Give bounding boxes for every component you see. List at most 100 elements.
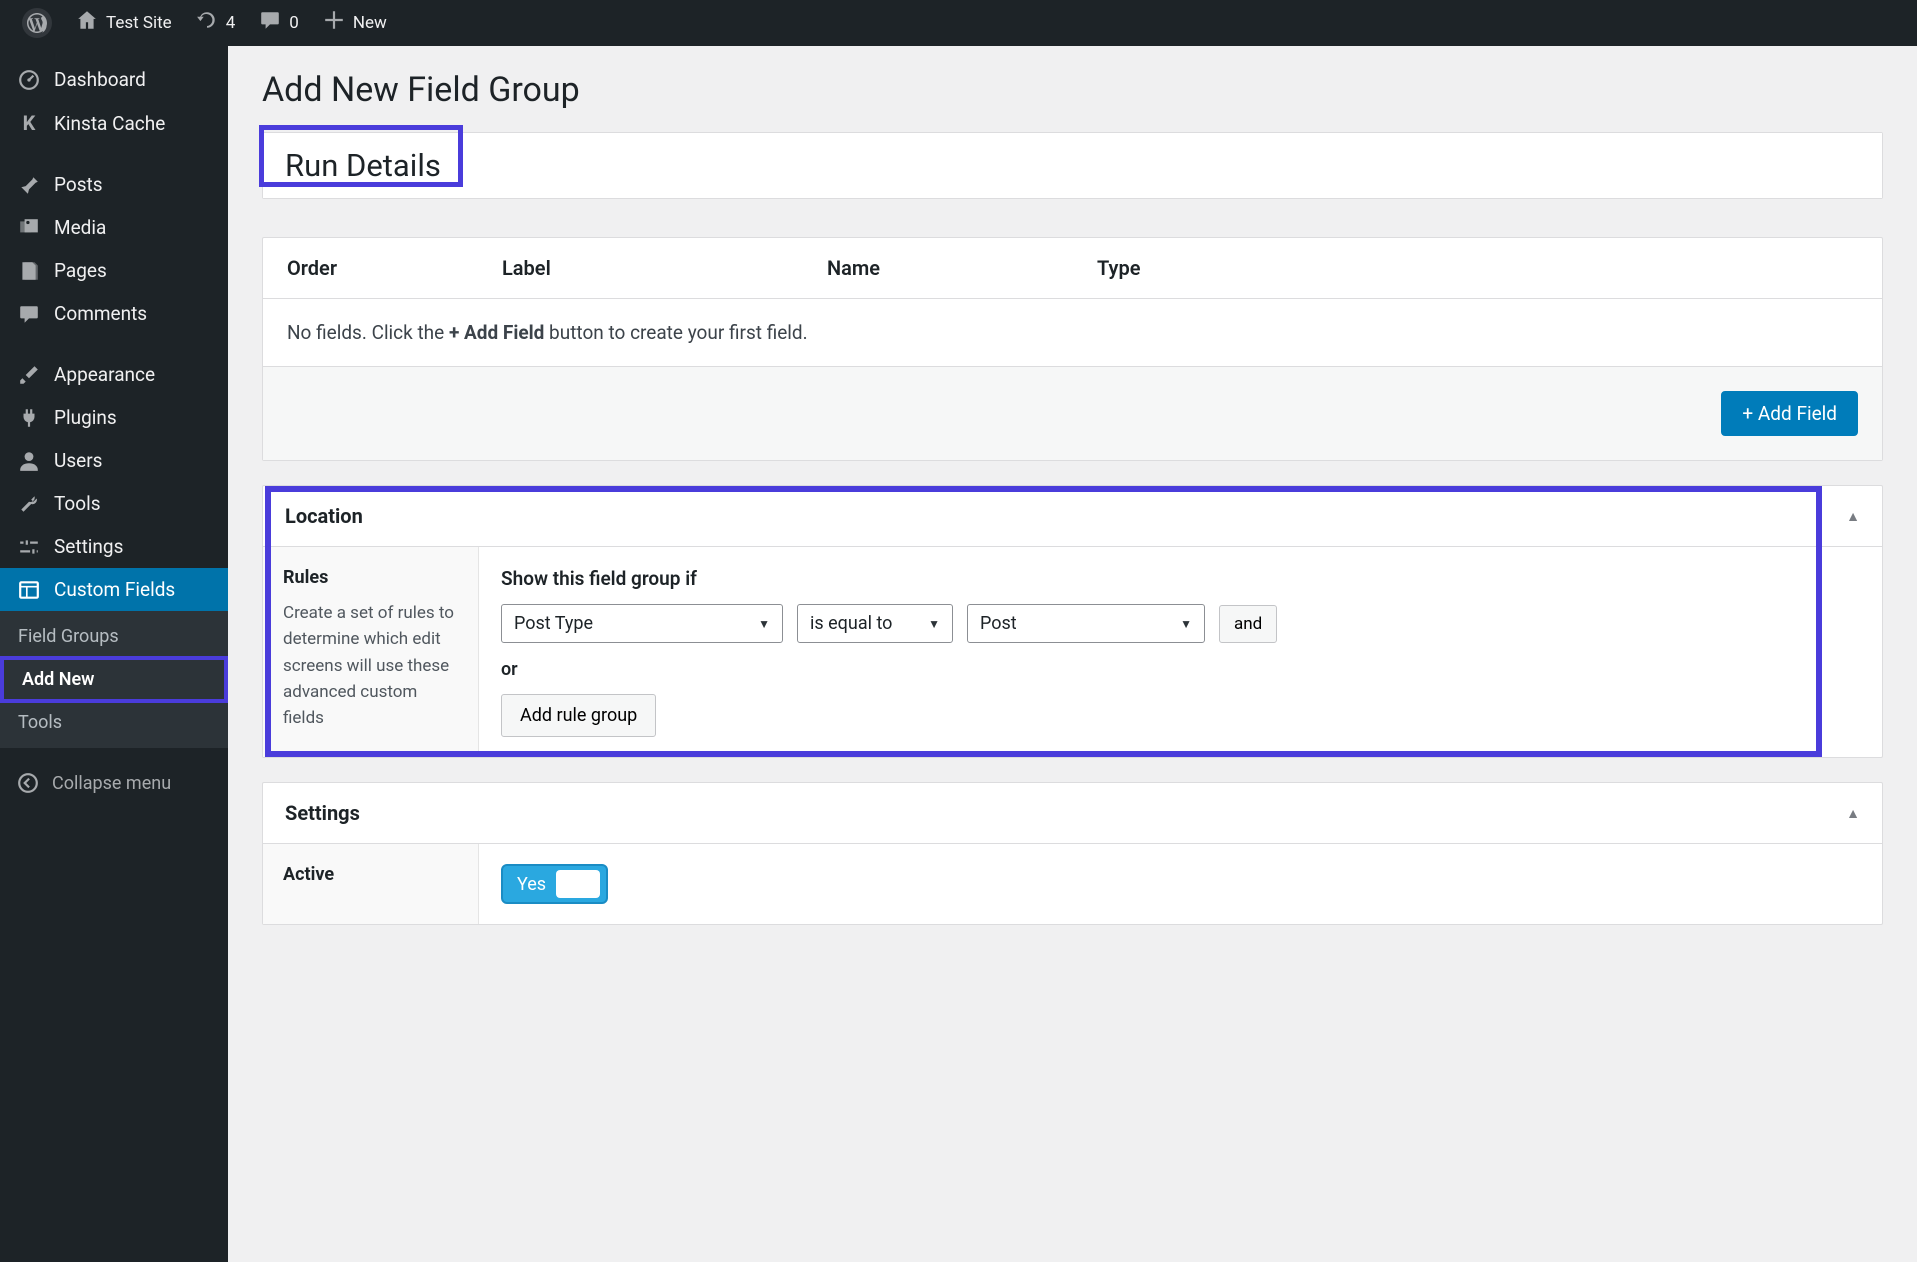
no-fields-message: No fields. Click the + Add Field button …: [263, 299, 1882, 367]
wp-logo[interactable]: [10, 0, 64, 46]
add-and-rule-button[interactable]: and: [1219, 605, 1277, 643]
comment-bubble-icon: [259, 9, 281, 37]
toggle-yes-label: Yes: [517, 874, 546, 895]
custom-fields-submenu: Field Groups Add New Tools: [0, 611, 228, 748]
field-group-title-input[interactable]: [263, 133, 1882, 198]
plug-icon: [14, 407, 44, 429]
sidebar-label: Custom Fields: [54, 578, 175, 601]
rule-value-select[interactable]: Post ▼: [967, 604, 1205, 643]
sidebar-item-appearance[interactable]: Appearance: [0, 353, 228, 396]
sidebar-label: Comments: [54, 302, 147, 325]
collapse-label: Collapse menu: [52, 773, 171, 794]
location-heading: Location: [285, 504, 363, 528]
rule-param-select[interactable]: Post Type ▼: [501, 604, 783, 643]
sidebar-item-dashboard[interactable]: Dashboard: [0, 58, 228, 101]
chevron-down-icon: ▼: [758, 617, 770, 631]
sidebar-item-settings[interactable]: Settings: [0, 525, 228, 568]
collapse-icon: [14, 772, 42, 794]
rules-title: Rules: [283, 567, 458, 588]
sidebar-label: Pages: [54, 259, 107, 282]
collapse-menu-button[interactable]: Collapse menu: [0, 758, 228, 808]
sidebar-label: Users: [54, 449, 102, 472]
new-label: New: [353, 13, 387, 33]
settings-row-value: Yes: [479, 844, 1882, 924]
toggle-knob: [556, 870, 600, 898]
site-name-text: Test Site: [106, 13, 172, 33]
active-label: Active: [283, 864, 458, 885]
group-title-wrap: [262, 132, 1883, 199]
settings-row-label: Active: [263, 844, 479, 924]
sidebar-label: Tools: [54, 492, 101, 515]
updates-link[interactable]: 4: [184, 0, 248, 46]
add-rule-group-button[interactable]: Add rule group: [501, 694, 656, 737]
fields-panel: Order Label Name Type No fields. Click t…: [262, 237, 1883, 461]
location-rules-content: Show this field group if Post Type ▼ is …: [479, 547, 1882, 757]
fields-header-row: Order Label Name Type: [263, 238, 1882, 299]
rule-operator-select[interactable]: is equal to ▼: [797, 604, 953, 643]
comments-link[interactable]: 0: [247, 0, 311, 46]
sidebar-label: Posts: [54, 173, 103, 196]
sidebar-label: Media: [54, 216, 106, 239]
chevron-down-icon: ▼: [1180, 617, 1192, 631]
user-icon: [14, 450, 44, 472]
settings-panel: Settings ▲ Active Yes: [262, 782, 1883, 925]
comment-icon: [14, 303, 44, 325]
admin-bar: Test Site 4 0 New: [0, 0, 1917, 46]
sidebar-item-pages[interactable]: Pages: [0, 249, 228, 292]
collapse-triangle-icon: ▲: [1846, 508, 1860, 525]
media-icon: [14, 217, 44, 239]
sliders-icon: [14, 536, 44, 558]
sidebar-label: Appearance: [54, 363, 155, 386]
sidebar-item-custom-fields[interactable]: Custom Fields: [0, 568, 228, 611]
col-type: Type: [1097, 256, 1858, 280]
sidebar-item-posts[interactable]: Posts: [0, 163, 228, 206]
sidebar-item-users[interactable]: Users: [0, 439, 228, 482]
updates-count: 4: [226, 13, 236, 33]
home-icon: [76, 9, 98, 37]
col-label: Label: [502, 256, 827, 280]
sidebar-item-plugins[interactable]: Plugins: [0, 396, 228, 439]
gauge-icon: [14, 69, 44, 91]
pages-icon: [14, 260, 44, 282]
sidebar-item-kinsta-cache[interactable]: K Kinsta Cache: [0, 101, 228, 145]
sidebar-label: Kinsta Cache: [54, 112, 165, 135]
custom-fields-icon: [14, 579, 44, 601]
new-content-link[interactable]: New: [311, 0, 399, 46]
show-if-label: Show this field group if: [501, 567, 1860, 590]
submenu-item-tools[interactable]: Tools: [0, 703, 228, 742]
main-content: Add New Field Group Order Label Name Typ…: [228, 46, 1917, 1262]
chevron-down-icon: ▼: [928, 617, 940, 631]
submenu-item-field-groups[interactable]: Field Groups: [0, 617, 228, 656]
page-title: Add New Field Group: [262, 70, 1883, 110]
brush-icon: [14, 364, 44, 386]
active-toggle[interactable]: Yes: [501, 864, 608, 904]
plus-icon: [323, 9, 345, 37]
sidebar-label: Plugins: [54, 406, 117, 429]
update-icon: [196, 9, 218, 37]
wrench-icon: [14, 493, 44, 515]
sidebar-item-media[interactable]: Media: [0, 206, 228, 249]
sidebar-item-comments[interactable]: Comments: [0, 292, 228, 335]
wordpress-icon: [22, 8, 52, 38]
collapse-triangle-icon: ▲: [1846, 805, 1860, 822]
location-panel-header[interactable]: Location ▲: [263, 486, 1882, 547]
rule-row: Post Type ▼ is equal to ▼ Post ▼ and: [501, 604, 1860, 643]
rules-description: Create a set of rules to determine which…: [283, 600, 458, 732]
settings-heading: Settings: [285, 801, 360, 825]
col-name: Name: [827, 256, 1097, 280]
or-label: or: [501, 659, 1860, 680]
sidebar-item-tools[interactable]: Tools: [0, 482, 228, 525]
col-order: Order: [287, 256, 502, 280]
pin-icon: [14, 174, 44, 196]
sidebar-label: Settings: [54, 535, 123, 558]
kinsta-icon: K: [14, 111, 44, 135]
location-rules-sidebar: Rules Create a set of rules to determine…: [263, 547, 479, 757]
admin-sidebar: Dashboard K Kinsta Cache Posts Media Pag…: [0, 46, 228, 1262]
settings-panel-header[interactable]: Settings ▲: [263, 783, 1882, 844]
sidebar-label: Dashboard: [54, 68, 146, 91]
location-panel: Location ▲ Rules Create a set of rules t…: [262, 485, 1883, 758]
submenu-item-add-new[interactable]: Add New: [0, 656, 228, 703]
add-field-button[interactable]: + Add Field: [1721, 391, 1858, 436]
comments-count: 0: [289, 13, 299, 33]
site-name-link[interactable]: Test Site: [64, 0, 184, 46]
